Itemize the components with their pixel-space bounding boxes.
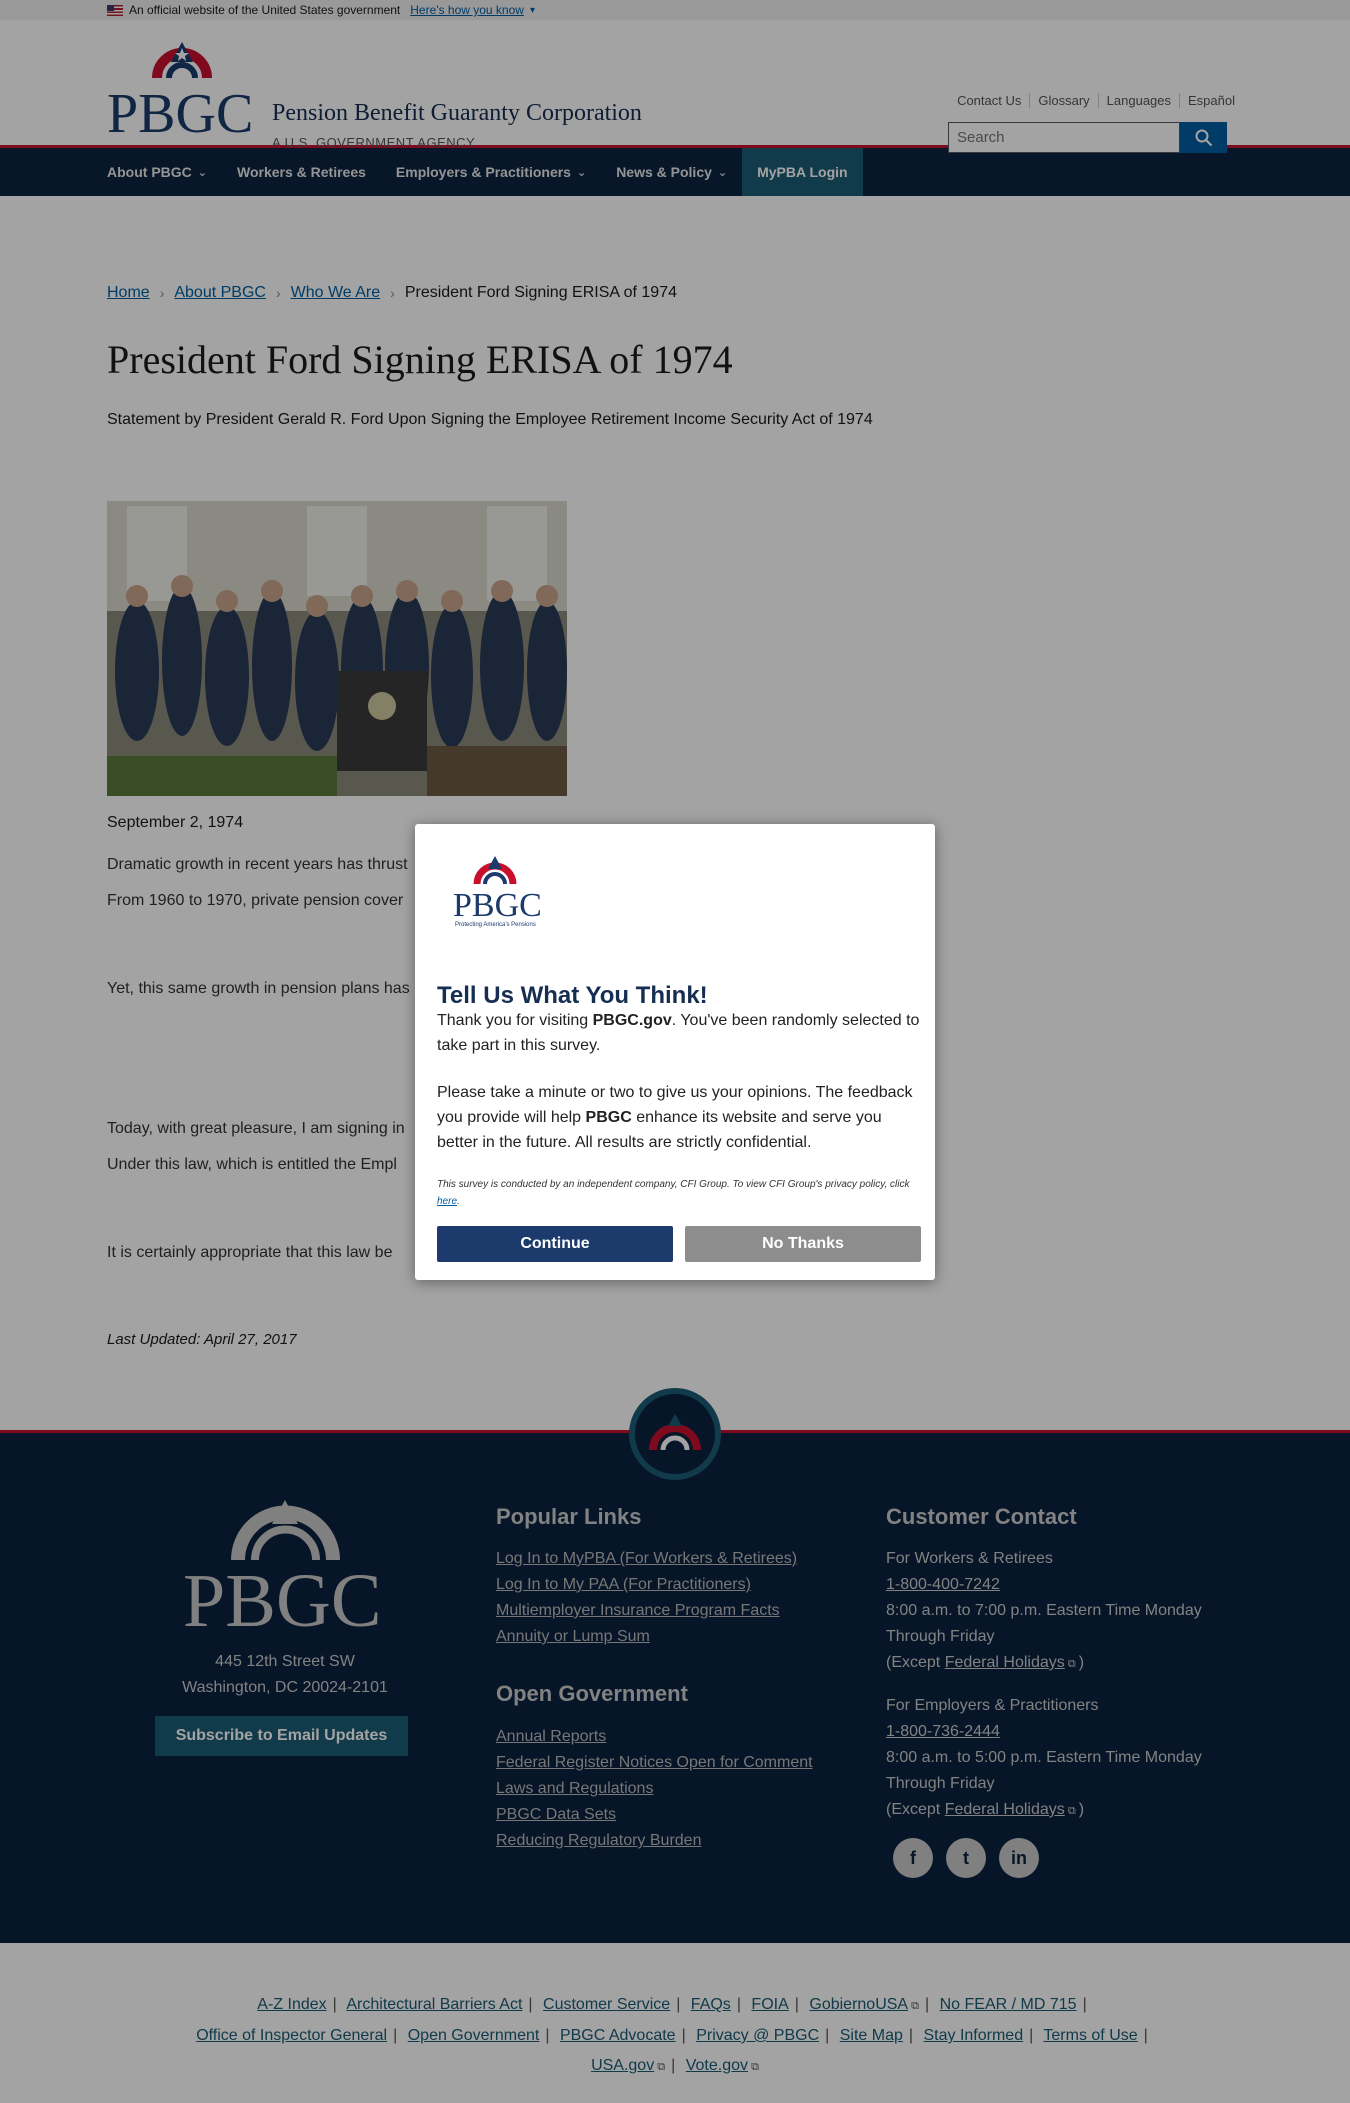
text: Thank you for visiting: [437, 1012, 593, 1029]
modal-title: Tell Us What You Think!: [437, 982, 708, 1009]
bold-text: PBGC: [585, 1109, 632, 1126]
continue-button[interactable]: Continue: [437, 1226, 673, 1262]
modal-disclaimer: This survey is conducted by an independe…: [437, 1179, 910, 1207]
modal-pbgc-logo: PBGC Protecting America's Pensions: [453, 856, 542, 928]
text: This survey is conducted by an independe…: [437, 1179, 910, 1190]
bold-text: PBGC.gov: [592, 1012, 672, 1029]
modal-paragraph-1: Thank you for visiting PBGC.gov. You've …: [437, 1008, 922, 1058]
logo-tagline: Protecting America's Pensions: [455, 922, 536, 928]
svg-text:PBGC: PBGC: [453, 887, 542, 924]
privacy-policy-link[interactable]: here: [437, 1196, 457, 1207]
modal-paragraph-2: Please take a minute or two to give us y…: [437, 1080, 922, 1155]
no-thanks-button[interactable]: No Thanks: [685, 1226, 921, 1262]
survey-modal: PBGC Protecting America's Pensions Tell …: [415, 824, 935, 1280]
